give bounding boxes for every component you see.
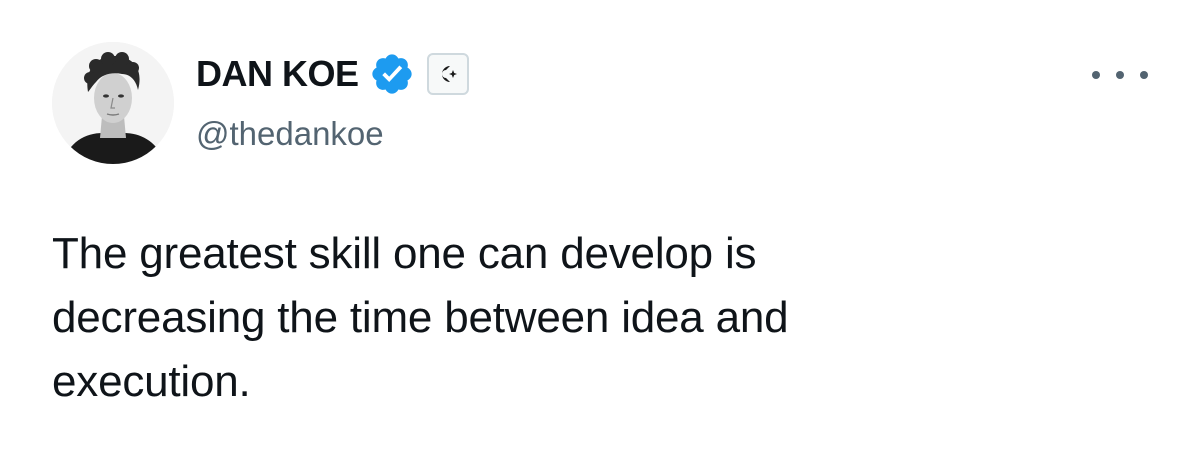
affiliate-badge-icon[interactable]	[426, 53, 469, 95]
more-options-icon	[1116, 71, 1124, 79]
tweet-text: The greatest skill one can develop is de…	[52, 222, 1052, 414]
tweet-card: DAN KOE @thedankoe The greatest skill on…	[0, 0, 1200, 468]
avatar-photo-icon	[52, 42, 174, 164]
author-name-row: DAN KOE	[196, 50, 469, 98]
tweet-text-line: execution.	[52, 357, 251, 406]
tweet-text-line: decreasing the time between idea and	[52, 293, 789, 342]
more-options-icon	[1092, 71, 1100, 79]
author-display-name[interactable]: DAN KOE	[196, 52, 359, 96]
author-handle[interactable]: @thedankoe	[196, 114, 384, 154]
tweet-text-line: The greatest skill one can develop is	[52, 229, 757, 278]
avatar[interactable]	[52, 42, 174, 164]
more-options-button[interactable]	[1092, 60, 1148, 90]
verified-badge-icon[interactable]	[369, 51, 415, 97]
more-options-icon	[1140, 71, 1148, 79]
